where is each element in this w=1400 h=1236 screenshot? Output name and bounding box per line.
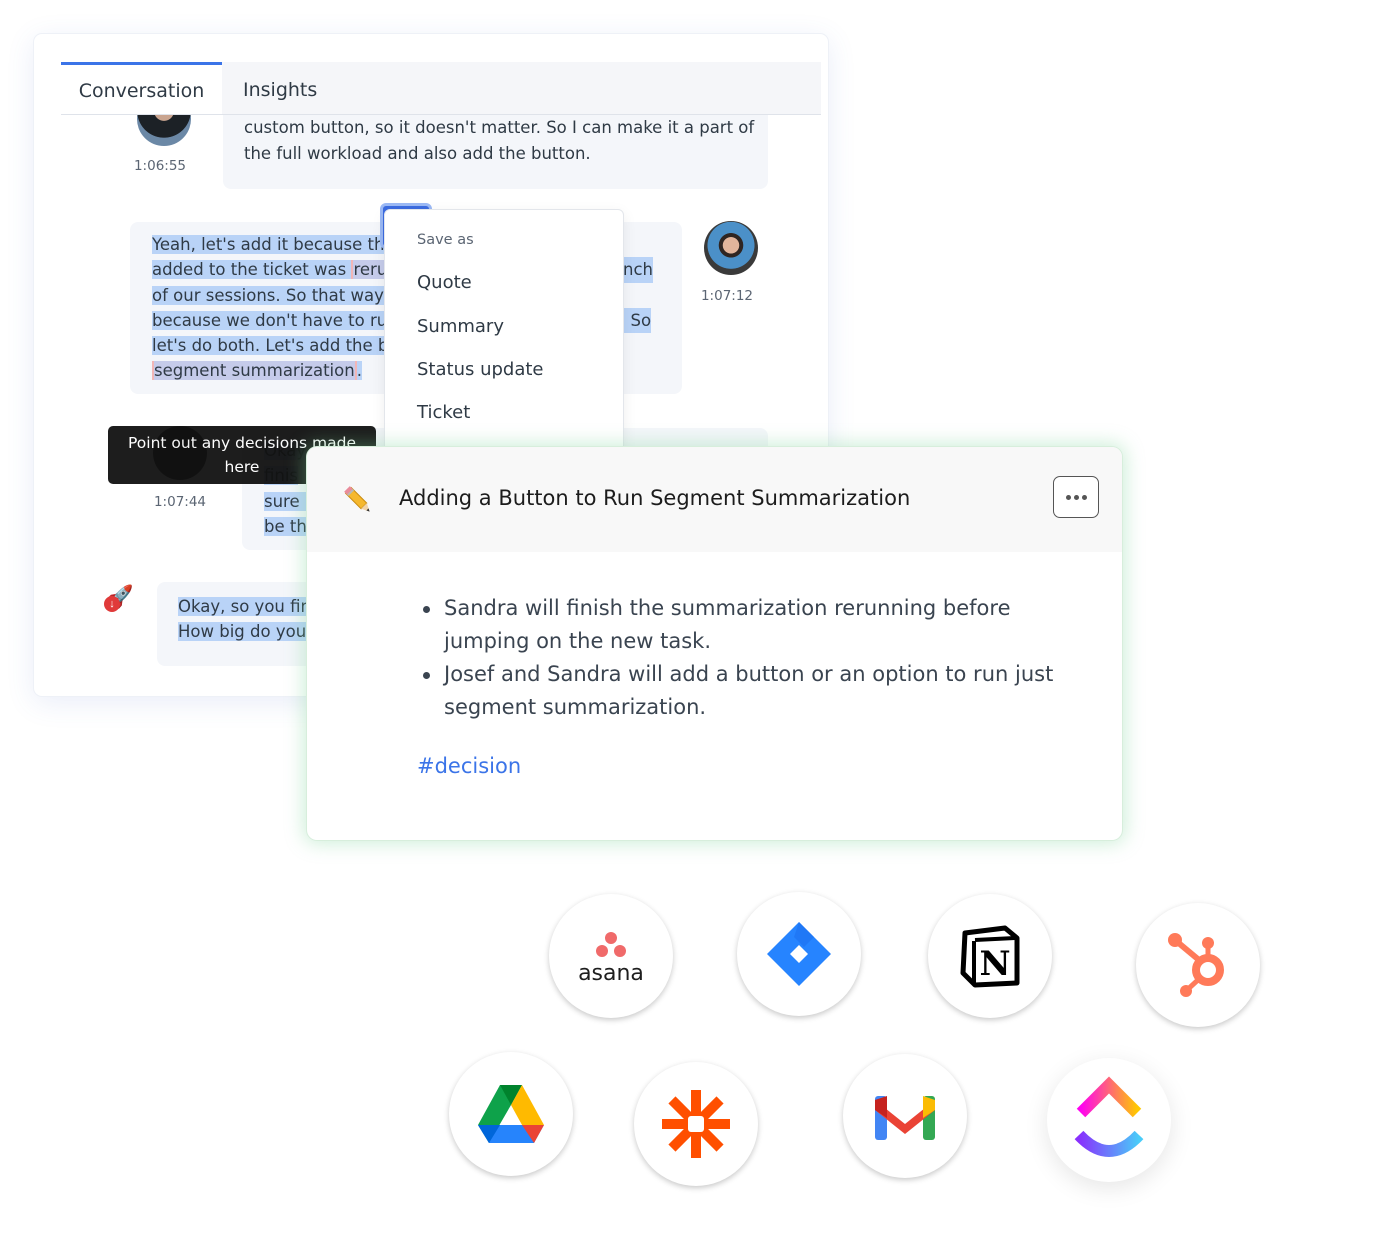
hubspot-icon bbox=[1168, 933, 1224, 997]
dot-icon bbox=[1073, 494, 1079, 500]
notion-logo[interactable]: N bbox=[928, 894, 1052, 1018]
asana-logo[interactable]: asana bbox=[549, 894, 673, 1018]
selected-text[interactable]: of our sessions. So that way w bbox=[152, 285, 403, 305]
tab-insights[interactable]: Insights bbox=[243, 62, 317, 114]
selected-text[interactable]: sure i bbox=[264, 491, 310, 511]
selected-text[interactable]: let's do both. Let's add the bu bbox=[152, 336, 399, 356]
notion-icon: N bbox=[960, 925, 1020, 988]
selected-text[interactable]: be th bbox=[264, 516, 307, 536]
notion-letter: N bbox=[979, 944, 1010, 984]
message-line: the full workload and also add the butto… bbox=[244, 143, 591, 163]
hubspot-logo[interactable] bbox=[1136, 903, 1260, 1027]
message-timestamp[interactable]: 1:07:12 bbox=[687, 288, 767, 304]
message-line: custom button, so it doesn't matter. So … bbox=[244, 118, 755, 138]
jira-icon bbox=[767, 922, 831, 986]
google-drive-icon bbox=[478, 1085, 544, 1143]
highlighted-term[interactable]: segment summarization bbox=[152, 361, 357, 381]
menu-item-status-update[interactable]: Status update bbox=[417, 359, 544, 380]
jira-logo[interactable] bbox=[737, 892, 861, 1016]
selected-text[interactable]: . So bbox=[620, 307, 652, 334]
selected-text[interactable]: because we don't have to run bbox=[152, 310, 398, 330]
clickup-logo[interactable] bbox=[1047, 1058, 1171, 1182]
insight-bullet: Josef and Sandra will add a button or an… bbox=[423, 658, 1094, 724]
insight-bullet: Sandra will finish the summarization rer… bbox=[423, 592, 1094, 658]
tab-conversation[interactable]: Conversation bbox=[61, 62, 222, 114]
selected-text[interactable]: . bbox=[356, 361, 362, 381]
menu-item-summary[interactable]: Summary bbox=[417, 316, 504, 337]
selected-text[interactable]: Okay, so you fini bbox=[178, 597, 316, 616]
dot-icon bbox=[1081, 494, 1087, 500]
dot-icon bbox=[1065, 494, 1071, 500]
avatar bbox=[704, 221, 758, 275]
jump-down-icon[interactable]: ↓ bbox=[104, 596, 120, 612]
insight-card: Adding a Button to Run Segment Summariza… bbox=[307, 447, 1122, 840]
asana-icon: asana bbox=[578, 932, 644, 986]
menu-item-ticket[interactable]: Ticket bbox=[417, 402, 470, 423]
gmail-logo[interactable] bbox=[843, 1054, 967, 1178]
zapier-icon bbox=[662, 1090, 730, 1158]
selected-text[interactable]: How big do you bbox=[178, 622, 307, 642]
selected-text[interactable]: Yeah, let's add it because tha bbox=[152, 235, 395, 254]
decision-tag[interactable]: #decision bbox=[417, 754, 521, 778]
save-as-menu: Save as Quote Summary Status update Tick… bbox=[384, 209, 624, 461]
google-drive-logo[interactable] bbox=[449, 1052, 573, 1176]
zapier-logo[interactable] bbox=[634, 1062, 758, 1186]
clickup-icon bbox=[1074, 1076, 1144, 1157]
pencil-icon bbox=[344, 486, 370, 512]
selected-text[interactable]: nch bbox=[623, 257, 653, 283]
menu-header: Save as bbox=[417, 232, 474, 248]
insight-card-header: Adding a Button to Run Segment Summariza… bbox=[307, 447, 1122, 552]
selected-text[interactable]: added to the ticket was bbox=[152, 260, 352, 280]
asana-wordmark: asana bbox=[578, 961, 644, 986]
message-timestamp[interactable]: 1:07:44 bbox=[140, 494, 220, 510]
gmail-icon bbox=[875, 1096, 935, 1140]
tab-bar: Conversation Insights bbox=[61, 62, 821, 115]
more-options-button[interactable] bbox=[1053, 476, 1099, 518]
menu-item-quote[interactable]: Quote bbox=[417, 272, 472, 293]
insight-title: Adding a Button to Run Segment Summariza… bbox=[399, 486, 911, 510]
message-timestamp[interactable]: 1:06:55 bbox=[120, 158, 200, 174]
insight-bullets: Sandra will finish the summarization rer… bbox=[417, 592, 1094, 724]
